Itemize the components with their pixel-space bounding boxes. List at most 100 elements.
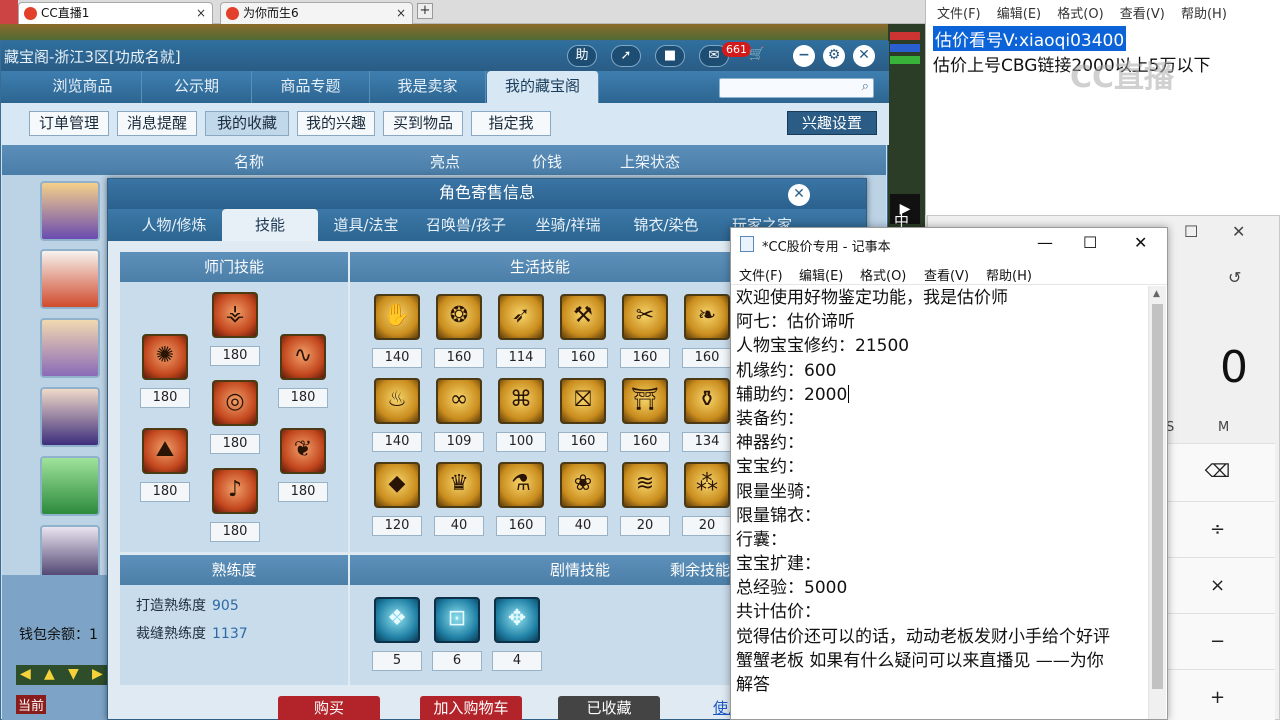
life-skill-icon[interactable]: ◆ — [374, 462, 420, 508]
message-reminder-button[interactable]: 消息提醒 — [117, 111, 197, 136]
life-skill-icon[interactable]: ⚱ — [684, 378, 730, 424]
gear-icon[interactable]: ⚙ — [823, 45, 845, 67]
scrollbar-thumb[interactable] — [1152, 304, 1163, 689]
memory-label[interactable]: M — [1218, 420, 1229, 435]
stop-icon[interactable]: ■ — [655, 45, 685, 67]
selected-text-line[interactable]: 估价看号V:xiaoqi03400 — [933, 26, 1127, 51]
menu-view[interactable]: 查看(V) — [1120, 7, 1165, 22]
nav-tab-topics[interactable]: 商品专题 — [252, 71, 370, 103]
life-skill-icon[interactable]: ∞ — [436, 378, 482, 424]
life-skill-icon[interactable]: ⁂ — [684, 462, 730, 508]
life-skill-icon[interactable]: ✋ — [374, 294, 420, 340]
arrow-right-icon[interactable]: ▶ — [92, 666, 103, 682]
master-skill-icon[interactable]: ⚶ — [212, 292, 258, 338]
maximize-icon[interactable]: ☐ — [1184, 222, 1198, 241]
tab-character[interactable]: 人物/修炼 — [126, 209, 222, 241]
text-line[interactable]: 解答 — [736, 673, 1146, 697]
text-line[interactable]: 辅助约：2000 — [736, 385, 847, 405]
minimize-icon[interactable]: — — [1037, 233, 1053, 252]
menu-format[interactable]: 格式(O) — [860, 265, 906, 284]
menu-help[interactable]: 帮助(H) — [1181, 7, 1227, 22]
current-label[interactable]: 当前 — [16, 695, 47, 714]
life-skill-icon[interactable]: ♛ — [436, 462, 482, 508]
text-line[interactable]: 觉得估价还可以的话，动动老板发财小手给个好评 — [736, 625, 1146, 649]
life-skill-icon[interactable]: ❀ — [560, 462, 606, 508]
menu-format[interactable]: 格式(O) — [1057, 7, 1103, 22]
text-line[interactable]: 神器约： — [736, 431, 1146, 455]
nav-tab-my-pavilion[interactable]: 我的藏宝阁 — [487, 71, 599, 103]
story-skill-icon[interactable]: ❖ — [374, 597, 420, 643]
multiply-key[interactable]: × — [1160, 557, 1275, 615]
maximize-icon[interactable]: ☐ — [1083, 233, 1097, 252]
avatar[interactable] — [40, 249, 100, 309]
minimize-icon[interactable]: − — [793, 45, 815, 67]
my-interests-button[interactable]: 我的兴趣 — [297, 111, 375, 136]
help-button[interactable]: 助 — [567, 45, 597, 67]
avatar[interactable] — [40, 318, 100, 378]
life-skill-icon[interactable]: ❂ — [436, 294, 482, 340]
master-skill-icon[interactable]: ✺ — [142, 334, 188, 380]
text-line[interactable]: 人物宝宝修约：21500 — [736, 334, 1146, 358]
favorited-button[interactable]: 已收藏 — [558, 696, 660, 720]
close-icon[interactable]: ✕ — [853, 45, 875, 67]
add-to-cart-button[interactable]: 加入购物车 — [420, 696, 522, 720]
master-skill-icon[interactable]: ⛰ — [142, 428, 188, 474]
life-skill-icon[interactable]: ✂ — [622, 294, 668, 340]
divide-key[interactable]: ÷ — [1160, 501, 1275, 559]
text-line[interactable]: 限量坐骑： — [736, 480, 1146, 504]
text-line[interactable]: 限量锦衣： — [736, 504, 1146, 528]
my-favorites-button[interactable]: 我的收藏 — [205, 111, 289, 136]
tab-items[interactable]: 道具/法宝 — [318, 209, 414, 241]
tab-skills[interactable]: 技能 — [222, 209, 318, 241]
close-icon[interactable]: ✕ — [1134, 233, 1147, 252]
master-skill-icon[interactable]: ∿ — [280, 334, 326, 380]
close-tab-icon[interactable]: × — [396, 3, 406, 23]
browser-tab-cc-live-1[interactable]: CC直播1 × — [18, 2, 213, 24]
bought-items-button[interactable]: 买到物品 — [383, 111, 463, 136]
col-price[interactable]: 价钱 — [532, 151, 562, 172]
text-line[interactable]: 欢迎使用好物鉴定功能，我是估价师 — [736, 286, 1146, 310]
text-line[interactable]: 装备约： — [736, 407, 1146, 431]
life-skill-icon[interactable]: ⚗ — [498, 462, 544, 508]
avatar[interactable] — [40, 181, 100, 241]
assigned-to-me-button[interactable]: 指定我 — [471, 111, 551, 136]
menu-file[interactable]: 文件(F) — [937, 7, 981, 22]
text-line[interactable]: 宝宝扩建： — [736, 552, 1146, 576]
nav-tab-browse[interactable]: 浏览商品 — [24, 71, 142, 103]
backspace-key[interactable]: ⌫ — [1160, 443, 1275, 501]
life-skill-icon[interactable]: ♨ — [374, 378, 420, 424]
order-management-button[interactable]: 订单管理 — [29, 111, 109, 136]
avatar[interactable] — [40, 387, 100, 447]
interest-settings-button[interactable]: 兴趣设置 — [787, 111, 877, 135]
master-skill-icon[interactable]: ◎ — [212, 380, 258, 426]
menu-file[interactable]: 文件(F) — [739, 265, 783, 284]
story-skill-icon[interactable]: ✥ — [494, 597, 540, 643]
browser-tab-wei-ni-er-sheng[interactable]: 为你而生6 × — [220, 2, 413, 24]
text-line[interactable]: 蟹蟹老板 如果有什么疑问可以来直播见 ——为你 — [736, 649, 1146, 673]
master-skill-icon[interactable]: ❦ — [280, 428, 326, 474]
life-skill-icon[interactable]: ❧ — [684, 294, 730, 340]
col-highlight[interactable]: 亮点 — [430, 151, 460, 172]
text-line-with-caret[interactable]: 辅助约：2000 — [736, 383, 1146, 407]
vertical-scrollbar[interactable]: ▲ — [1148, 286, 1166, 719]
share-icon[interactable]: ➚ — [611, 45, 641, 67]
life-skill-icon[interactable]: ⛝ — [560, 378, 606, 424]
text-line[interactable]: 机缘约：600 — [736, 359, 1146, 383]
search-input[interactable]: ⌕ — [719, 78, 874, 98]
close-icon[interactable]: ✕ — [1232, 222, 1245, 241]
col-name[interactable]: 名称 — [234, 151, 264, 172]
close-tab-icon[interactable]: × — [196, 3, 206, 23]
buy-button[interactable]: 购买 — [278, 696, 380, 720]
story-skill-icon[interactable]: ⊡ — [434, 597, 480, 643]
nav-tab-seller[interactable]: 我是卖家 — [370, 71, 486, 103]
scroll-up-icon[interactable]: ▲ — [1153, 289, 1160, 299]
cart-icon[interactable]: 🛒 — [743, 45, 771, 67]
minus-key[interactable]: − — [1160, 613, 1275, 671]
text-line[interactable]: 行囊： — [736, 528, 1146, 552]
menu-view[interactable]: 查看(V) — [924, 265, 969, 284]
text-line[interactable]: 宝宝约： — [736, 455, 1146, 479]
text-line[interactable]: 阿七：估价谛听 — [736, 310, 1146, 334]
life-skill-icon[interactable]: ⚒ — [560, 294, 606, 340]
arrow-left-icon[interactable]: ◀ — [20, 666, 31, 682]
life-skill-icon[interactable]: ≋ — [622, 462, 668, 508]
